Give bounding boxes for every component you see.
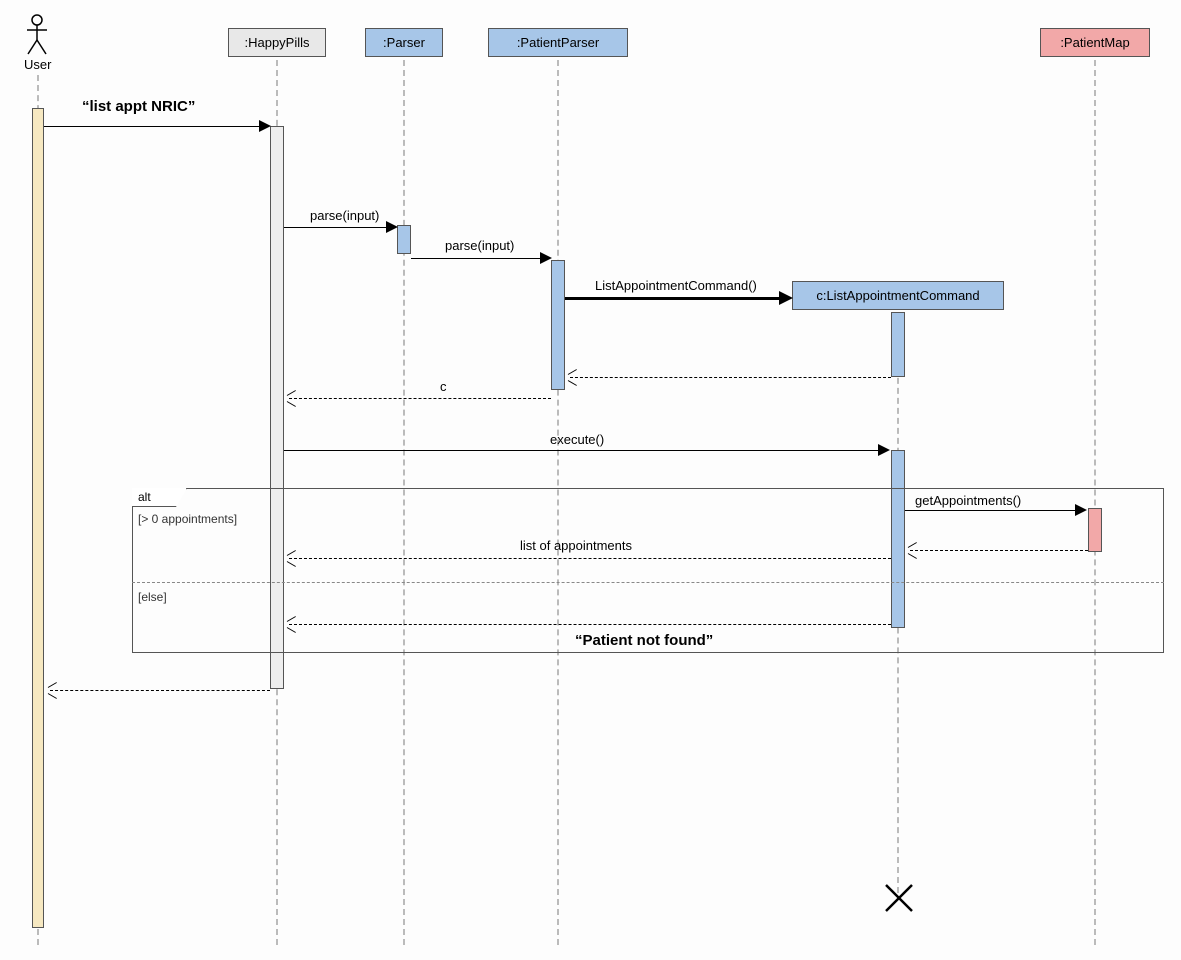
msg-execute: execute() bbox=[550, 432, 604, 447]
arrowhead-parse1 bbox=[386, 221, 398, 233]
arrow-list-appt bbox=[44, 126, 259, 127]
return-c-line bbox=[289, 398, 551, 399]
activation-parser bbox=[397, 225, 411, 254]
msg-listcmd-ctor: ListAppointmentCommand() bbox=[595, 278, 757, 293]
lifeline-parser: :Parser bbox=[365, 28, 443, 57]
destroy-icon bbox=[884, 883, 914, 920]
return-to-user bbox=[50, 690, 270, 691]
activation-patientparser bbox=[551, 260, 565, 390]
msg-not-found: “Patient not found” bbox=[575, 632, 713, 649]
actor-label: User bbox=[24, 57, 51, 72]
arrowhead-parse2 bbox=[540, 252, 552, 264]
lifeline-patientparser: :PatientParser bbox=[488, 28, 628, 57]
msg-parse1: parse(input) bbox=[310, 208, 379, 223]
return-appts-inner bbox=[910, 550, 1088, 551]
guard-2: [else] bbox=[138, 590, 167, 604]
lifeline-patientmap: :PatientMap bbox=[1040, 28, 1150, 57]
actor-icon bbox=[24, 14, 50, 59]
activation-user bbox=[32, 108, 44, 928]
arrow-execute bbox=[284, 450, 880, 451]
arrow-get-appts bbox=[905, 510, 1077, 511]
return-notfound bbox=[289, 624, 891, 625]
guard-1: [> 0 appointments] bbox=[138, 512, 237, 526]
return-ctor bbox=[570, 377, 891, 378]
msg-list-appt: “list appt NRIC” bbox=[82, 98, 195, 115]
msg-get-appts: getAppointments() bbox=[915, 493, 1021, 508]
msg-list-of-appts: list of appointments bbox=[520, 538, 632, 553]
arrow-parse1 bbox=[284, 227, 388, 228]
arrowhead-execute bbox=[878, 444, 890, 456]
arrowhead-listcmd-ctor bbox=[779, 291, 793, 305]
msg-parse2: parse(input) bbox=[445, 238, 514, 253]
lifeline-happypills: :HappyPills bbox=[228, 28, 326, 57]
arrowhead-get-appts bbox=[1075, 504, 1087, 516]
sequence-diagram: User :HappyPills :Parser :PatientParser … bbox=[10, 10, 1171, 950]
arrow-listcmd-ctor bbox=[565, 297, 781, 300]
activation-listcmd-1 bbox=[891, 312, 905, 377]
arrow-parse2 bbox=[411, 258, 542, 259]
msg-return-c: c bbox=[440, 379, 447, 394]
lifeline-listcmd: c:ListAppointmentCommand bbox=[792, 281, 1004, 310]
alt-divider bbox=[132, 582, 1164, 583]
arrowhead-list-appt bbox=[259, 120, 271, 132]
return-list-appts bbox=[289, 558, 891, 559]
